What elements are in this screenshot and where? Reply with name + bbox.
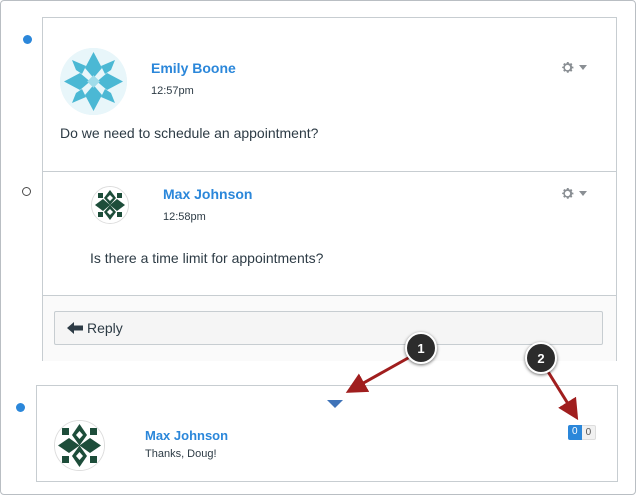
callout-arrows — [345, 351, 579, 421]
callout-number-2: 2 — [525, 342, 557, 374]
discussion-frame: Emily Boone 12:57pm Do we need to schedu… — [0, 0, 636, 495]
callout-number-1: 1 — [405, 332, 437, 364]
